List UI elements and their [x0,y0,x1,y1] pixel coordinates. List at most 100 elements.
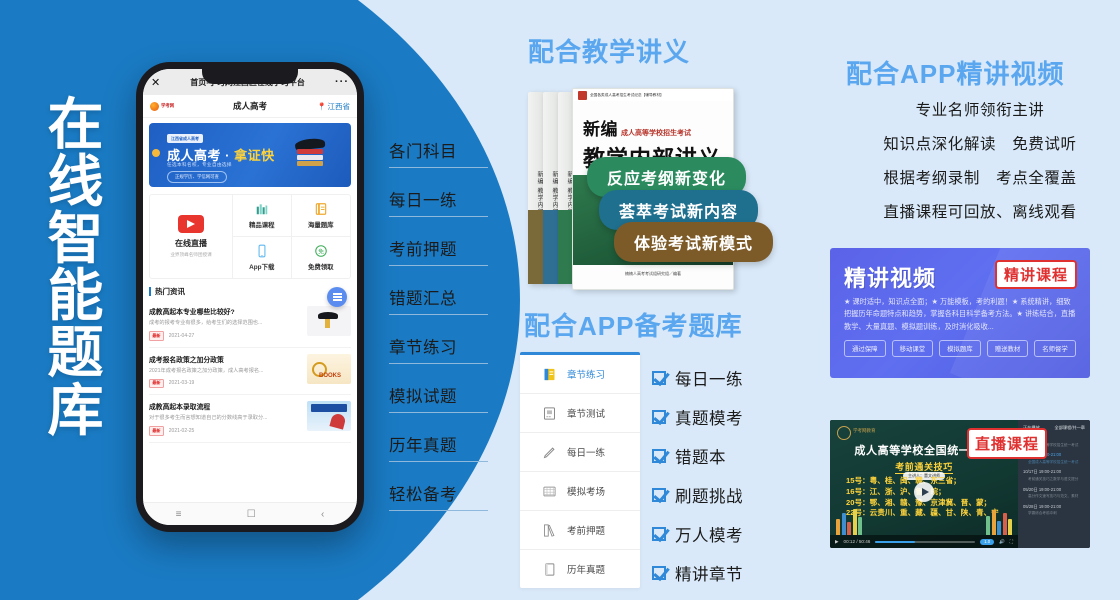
promo-card-tags: 通过保障 移动课堂 模拟题库 赠送教材 名师督学 [844,340,1080,357]
book-stack-decoration [297,161,323,166]
section-accent-bar [149,287,151,296]
more-dots-icon[interactable]: ··· [335,76,349,88]
playlist-item[interactable]: 10/17日 19:00-21:00 考前通关技巧之数学与语文提分 [1023,469,1085,481]
qb-menu-item-chapter-test[interactable]: 章节测试 [520,394,640,433]
news-list: 成教高起本专业哪些比较好? 成考的报考专业有很多，给考生们的选择范围也... 最… [149,300,351,502]
promo-tag[interactable]: 通过保障 [844,340,886,357]
underline-divider [389,363,488,364]
list-item: 错题汇总 [378,285,488,315]
free-gift-icon: 免 [314,245,327,257]
checkmark-icon [652,448,666,463]
banner-dot-decoration [152,149,160,157]
underline-divider [389,314,488,315]
news-desc: 成考的报考专业有很多，给考生们的选择范围也... [149,320,263,326]
playlist-item-sub: 学霸综合考前冲刺 [1028,511,1057,516]
promo-tag[interactable]: 移动课堂 [891,340,934,357]
underline-divider [389,265,488,266]
bullet-dot-icon [378,197,382,201]
menu-fab-icon[interactable] [327,287,347,307]
app-feature-grid: 在线直播 业界顶峰名师团授课 精品课程 海量题库 App下载 免 免费领取 [149,194,351,279]
feature-label: 轻松备考 [389,486,457,504]
list-item[interactable]: 成教高起本录取流程 对于很多考生而言想知道自己的分数线高于录取分... 最新 2… [149,395,351,443]
book-pill-3: 体验考试新模式 [614,222,774,262]
book-spine: 新编 教学内部讲义 [528,92,544,284]
play-icon[interactable]: ▶ [835,539,839,545]
list-item: 真题模考 [652,397,743,436]
video-play-button[interactable] [914,482,934,502]
playlist-item-sub: 全国成人高等学校招生统一考试 [1028,459,1079,464]
app-header: 学考网 成人高考 📍 江西省 [143,95,357,118]
feature-label: 每日一练 [389,192,457,210]
location-selector[interactable]: 📍 江西省 [308,101,350,112]
promo-banner[interactable]: 江西省成人高考 成人高考 · 拿证快 任选本科名校，专业自由选择 正规学历、学信… [149,123,351,187]
books-section-title: 配合教学讲义 [528,37,691,67]
banner-tag: 江西省成人高考 [167,134,203,143]
android-recent-icon[interactable]: ≡ [176,509,182,520]
bullet-dot-icon [378,246,382,250]
list-item: 历年真题 [378,432,488,462]
underline-divider [389,216,488,217]
headline-char: 能 [47,264,105,328]
qb-menu-item-chapter-practice[interactable]: 章节练习 [520,355,640,394]
book-cover-title-main: 新编 [583,120,618,139]
promo-card-stamp: 精讲课程 [994,260,1077,289]
news-meta: 最新 2021-03-19 [149,378,302,389]
qb-menu-item-past-papers[interactable]: 历年真题 [520,550,640,588]
feature-label: 错题汇总 [389,290,457,308]
location-label: 江西省 [327,101,351,111]
book-spine: 新编 教学内部讲义 [543,92,559,284]
qb-menu-label: 章节练习 [567,370,606,381]
android-home-icon[interactable]: ☐ [247,509,256,520]
video-progress-bar[interactable] [875,540,976,543]
course-promo-card[interactable]: 精讲视频 精讲课程 ★ 课时适中，知识点全面；★ 万能模板，考的利题！★ 系统精… [830,248,1090,378]
android-back-icon[interactable]: ‹ [321,509,324,520]
qb-menu-item-mock-exam[interactable]: 模拟考场 [520,472,640,511]
playlist-item[interactable]: 05/20日 19:00-21:00 高分作文速写技巧与范文、素材 [1023,487,1085,499]
grid-tile-course[interactable]: 精品课程 [233,195,292,237]
promo-tag[interactable]: 名师督学 [1034,340,1076,357]
book-cover-title: 新编 成人高等学校招生考试 [583,115,733,140]
live-video-player-card[interactable]: 学考网教育 成人高等学校全国统一考试 考前通关技巧 主讲人：董文讲师 15号：粤… [830,420,1090,548]
close-icon[interactable]: ✕ [151,76,160,89]
grid-tile-question-bank[interactable]: 海量题库 [291,195,350,237]
video-feature-lines: 专业名师领衔主讲 知识点深化解读 免费试听 根据考纲录制 考点全覆盖 直播课程可… [840,98,1120,234]
promo-tag[interactable]: 赠送教材 [986,340,1029,357]
grid-tile-app-download[interactable]: App下载 [233,237,292,278]
past-papers-icon [545,562,555,576]
status-badge: 最新 [149,331,164,341]
checkmark-icon [652,409,666,424]
bullet-dot-icon [378,393,382,397]
feature-label: 模拟试题 [389,388,457,406]
check-label: 万人模考 [675,526,743,545]
underline-divider [389,461,488,462]
qb-menu-label: 考前押题 [567,526,606,537]
grid-tile-free-gift[interactable]: 免 免费领取 [292,237,351,278]
grid-live-tile[interactable]: 在线直播 业界顶峰名师团授课 [150,195,233,278]
video-feature-line: 直播课程可回放、离线观看 [883,204,1077,221]
promo-tag[interactable]: 模拟题库 [939,340,981,357]
news-title: 成教高起本录取流程 [149,404,211,412]
qb-menu-item-daily-practice[interactable]: 每日一练 [520,433,640,472]
fullscreen-icon[interactable]: ⛶ [1010,539,1013,544]
headline-char: 库 [47,378,105,442]
grid-tile-label: 海量题库 [307,222,334,229]
playlist-item-title: 05/20日 19:00-21:00 [1023,486,1062,492]
news-section-header: 热门资讯 [149,286,351,297]
volume-icon[interactable]: 🔊 [999,539,1005,545]
video-feature-line: 知识点深化解读 免费试听 [883,136,1077,153]
list-item[interactable]: 成考报名政策之加分政策 2021年成考报名政策之加分政策，成人高考报名... 最… [149,348,351,396]
feature-label: 历年真题 [389,437,457,455]
video-speed-badge[interactable]: 1.0 [980,538,995,545]
check-label: 每日一练 [675,370,743,389]
playlist-item[interactable]: 05/28日 19:00-21:00 学霸综合考前冲刺 [1023,504,1085,516]
board-line: 22号：云贵川、重、藏、疆、甘、陕、青、宁 [846,508,999,518]
qb-menu-item-pre-exam[interactable]: 考前押题 [520,511,640,550]
banner-cta-button[interactable]: 正规学历、学信网可查 [167,171,227,183]
list-item[interactable]: 成教高起本专业哪些比较好? 成考的报考专业有很多，给考生们的选择范围也... 最… [149,300,351,348]
playlist-item-title: 05/28日 19:00-21:00 [1023,503,1062,509]
qb-menu-label: 每日一练 [567,448,606,459]
video-controls[interactable]: ▶ 00:12 / 50:46 1.0 🔊 ⛶ [830,535,1018,548]
checkmark-icon [652,487,666,502]
logo-mark-icon [150,101,159,111]
status-badge: 最新 [149,378,164,389]
